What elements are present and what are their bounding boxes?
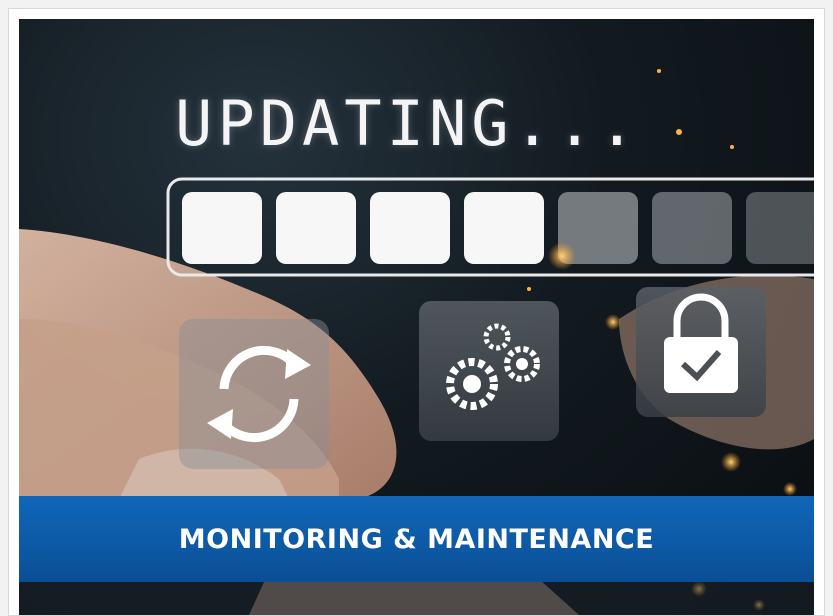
progress-segment-filled xyxy=(182,192,262,264)
progress-segments xyxy=(182,192,814,264)
progress-segment-filled xyxy=(370,192,450,264)
progress-segment-empty xyxy=(746,192,814,264)
article-card: UPDATING... MONITORING & MAINTENANCE xyxy=(8,8,825,616)
lock-check-icon xyxy=(636,287,766,417)
hero-photo: UPDATING... MONITORING & MAINTENANCE xyxy=(19,19,814,615)
progress-segment-filled xyxy=(276,192,356,264)
progress-segment-filled xyxy=(464,192,544,264)
progress-segment-empty xyxy=(652,192,732,264)
updating-text: UPDATING... xyxy=(175,87,641,160)
keyboard-strip xyxy=(19,582,814,615)
banner-title: MONITORING & MAINTENANCE xyxy=(178,523,655,555)
refresh-icon xyxy=(179,319,329,469)
category-banner[interactable]: MONITORING & MAINTENANCE xyxy=(19,496,814,582)
gears-icon xyxy=(419,301,559,441)
